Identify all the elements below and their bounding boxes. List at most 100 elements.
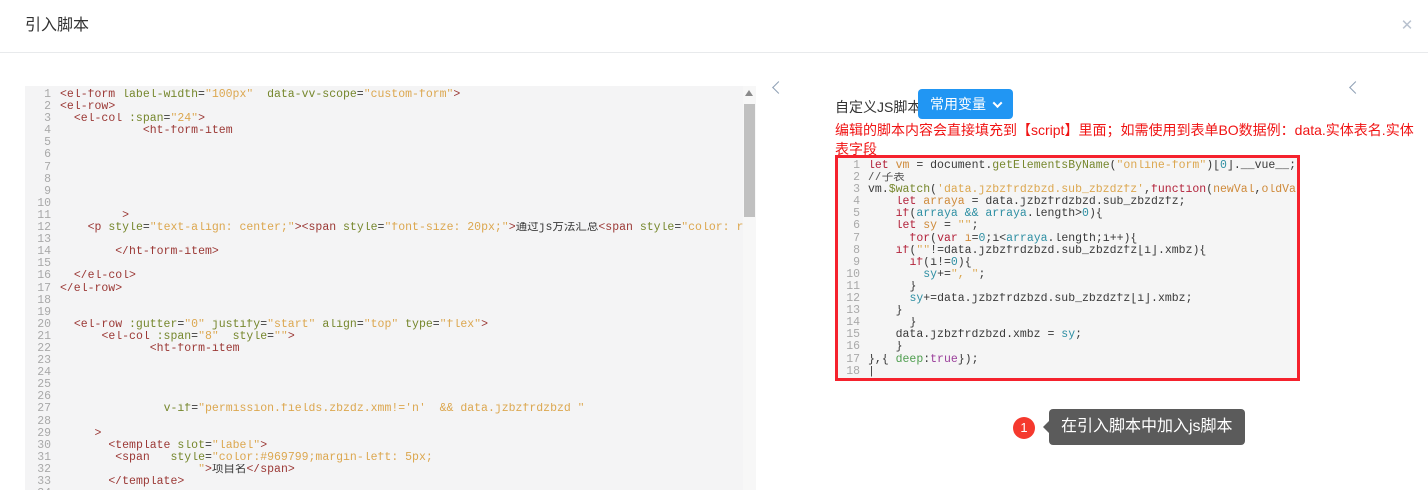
line-number: 18	[838, 366, 860, 378]
line-number: 9	[25, 186, 51, 198]
line-number: 2	[25, 101, 51, 113]
page-title: 引入脚本	[25, 0, 89, 52]
line-number: 27	[25, 403, 51, 415]
code-line: 23	[25, 355, 743, 367]
code-line: 7 for(var i=0;i<arraya.length;i++){	[838, 233, 1297, 245]
collapse-right-panel-icon[interactable]	[1349, 81, 1362, 94]
line-number: 13	[25, 234, 51, 246]
code-line: 24	[25, 367, 743, 379]
line-number: 29	[25, 428, 51, 440]
code-line: 32 ">项目名</span>	[25, 464, 743, 476]
code-line: 5 if(arraya && arraya.length>0){	[838, 208, 1297, 220]
line-number: 21	[25, 331, 51, 343]
annotation-tooltip-text: 在引入脚本中加入js脚本	[1061, 418, 1233, 435]
template-code-lines: 1<el-form label-width="100px" data-vv-sc…	[25, 89, 743, 490]
js-code-lines: 1let vm = document.getElementsByName("on…	[838, 160, 1297, 378]
code-line: 18	[25, 295, 743, 307]
line-number: 3	[838, 184, 860, 196]
code-line: 2//子表	[838, 172, 1297, 184]
code-line: 13	[25, 234, 743, 246]
code-line: 25	[25, 379, 743, 391]
line-number: 6	[838, 220, 860, 232]
line-number: 3	[25, 113, 51, 125]
code-line: 1let vm = document.getElementsByName("on…	[838, 160, 1297, 172]
line-number: 5	[838, 208, 860, 220]
line-number: 9	[838, 257, 860, 269]
code-line: 14 </ht-form-item>	[25, 246, 743, 258]
line-number: 8	[838, 245, 860, 257]
scrollbar-up-arrow-icon[interactable]	[745, 90, 753, 96]
annotation-tooltip: 在引入脚本中加入js脚本	[1049, 409, 1245, 445]
line-number: 25	[25, 379, 51, 391]
line-number: 16	[838, 341, 860, 353]
line-number: 4	[25, 125, 51, 137]
code-line: 12 <p style="text-align: center;"><span …	[25, 222, 743, 234]
code-line: 10	[25, 198, 743, 210]
line-number: 1	[25, 89, 51, 101]
custom-js-label: 自定义JS脚本	[835, 97, 921, 117]
line-number: 14	[838, 317, 860, 329]
line-number: 19	[25, 307, 51, 319]
code-line: 6 let sy = "";	[838, 220, 1297, 232]
template-code-editor[interactable]: 1<el-form label-width="100px" data-vv-sc…	[25, 86, 756, 490]
line-number: 4	[838, 196, 860, 208]
code-line: 13 }	[838, 305, 1297, 317]
code-line: 14 }	[838, 317, 1297, 329]
close-icon[interactable]: ✕	[1394, 13, 1420, 39]
code-line: 20 <el-row :gutter="0" justify="start" a…	[25, 319, 743, 331]
import-script-modal: 引入脚本 ✕ 1<el-form label-width="100px" dat…	[0, 0, 1428, 490]
code-line: 9	[25, 186, 743, 198]
line-number: 5	[25, 137, 51, 149]
code-line: 31 <span style="color:#969799;margin-lef…	[25, 452, 743, 464]
line-number: 23	[25, 355, 51, 367]
code-line: 10 sy+=", ";	[838, 269, 1297, 281]
line-number: 32	[25, 464, 51, 476]
line-number: 10	[838, 269, 860, 281]
code-line: 7	[25, 162, 743, 174]
code-line: 2<el-row>	[25, 101, 743, 113]
line-number: 16	[25, 270, 51, 282]
modal-header: 引入脚本 ✕	[0, 0, 1428, 53]
code-line: 4 <ht-form-item	[25, 125, 743, 137]
line-number: 30	[25, 440, 51, 452]
code-line: 11 >	[25, 210, 743, 222]
line-number: 18	[25, 295, 51, 307]
code-line: 6	[25, 149, 743, 161]
code-line: 26	[25, 391, 743, 403]
scrollbar-thumb[interactable]	[744, 104, 755, 217]
code-line: 12 sy+=data.jzbzfrdzbzd.sub_zbzdzfz[i].x…	[838, 293, 1297, 305]
js-script-editor[interactable]: 1let vm = document.getElementsByName("on…	[835, 155, 1300, 381]
script-warning-text: 编辑的脚本内容会直接填充到【script】里面；如需使用到表单BO数据例：dat…	[835, 121, 1427, 159]
line-number: 28	[25, 416, 51, 428]
line-number: 31	[25, 452, 51, 464]
line-number: 15	[838, 329, 860, 341]
code-line: 5	[25, 137, 743, 149]
line-number: 8	[25, 174, 51, 186]
chevron-down-icon	[993, 98, 1003, 108]
code-line: 15	[25, 258, 743, 270]
code-line: 3 <el-col :span="24">	[25, 113, 743, 125]
editor-scrollbar[interactable]	[743, 86, 756, 490]
line-number: 11	[838, 281, 860, 293]
code-line: 18|	[838, 366, 1297, 378]
code-line: 4 let arraya = data.jzbzfrdzbzd.sub_zbzd…	[838, 196, 1297, 208]
code-line: 8	[25, 174, 743, 186]
code-line: 15 data.jzbzfrdzbzd.xmbz = sy;	[838, 329, 1297, 341]
code-line: 1<el-form label-width="100px" data-vv-sc…	[25, 89, 743, 101]
code-line: 16 </el-col>	[25, 270, 743, 282]
common-variables-label: 常用变量	[930, 94, 986, 114]
collapse-left-panel-icon[interactable]	[772, 81, 785, 94]
line-number: 33	[25, 476, 51, 488]
code-line: 17},{ deep:true});	[838, 354, 1297, 366]
line-number: 15	[25, 258, 51, 270]
code-line: 9 if(i!=0){	[838, 257, 1297, 269]
common-variables-button[interactable]: 常用变量	[918, 89, 1013, 119]
line-number: 14	[25, 246, 51, 258]
code-line: 22 <ht-form-item	[25, 343, 743, 355]
line-number: 17	[25, 283, 51, 295]
line-number: 24	[25, 367, 51, 379]
code-line: 29 >	[25, 428, 743, 440]
line-number: 6	[25, 149, 51, 161]
code-line: 11 }	[838, 281, 1297, 293]
line-number: 11	[25, 210, 51, 222]
